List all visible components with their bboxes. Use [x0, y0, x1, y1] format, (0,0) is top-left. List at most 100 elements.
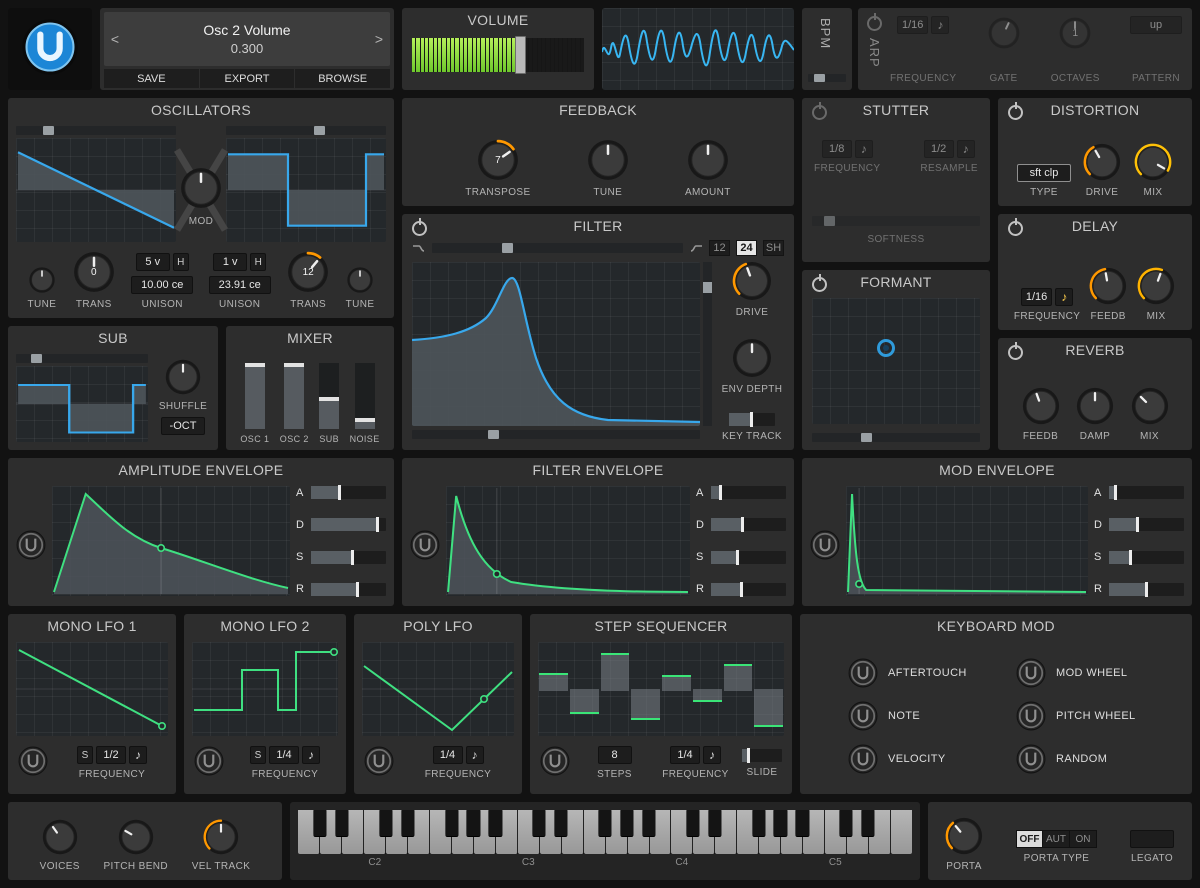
filter-blend-slider[interactable] [432, 243, 683, 253]
pitch-bend-knob[interactable] [117, 818, 155, 856]
piano-black-key[interactable] [773, 810, 787, 837]
arp-pattern-value[interactable]: up [1129, 16, 1182, 34]
step-bar[interactable] [600, 652, 630, 691]
filter-24db-button[interactable]: 24 [736, 240, 757, 256]
porta-knob[interactable] [944, 816, 984, 856]
piano-black-key[interactable] [598, 810, 612, 837]
filter-env-release-slider[interactable] [711, 581, 786, 597]
piano-black-key[interactable] [620, 810, 634, 837]
reverb-damp-knob[interactable] [1075, 386, 1115, 426]
step-sequencer-display[interactable] [538, 642, 784, 736]
amp-env-display[interactable] [52, 486, 290, 596]
mod-env-release-slider[interactable] [1109, 581, 1184, 597]
osc1-waveform-display[interactable] [16, 138, 176, 242]
mixer-osc2-slider[interactable] [284, 362, 305, 429]
amp-env-mod-source[interactable] [16, 530, 46, 560]
sub-shuffle-knob[interactable] [164, 358, 202, 396]
piano-black-key[interactable] [795, 810, 809, 837]
sub-waveform-display[interactable] [16, 366, 148, 442]
mixer-noise-slider[interactable] [354, 363, 375, 429]
volume-slider-handle[interactable] [514, 36, 526, 74]
stutter-power-button[interactable] [812, 105, 827, 120]
osc1-waveform-slider[interactable] [16, 126, 176, 135]
osc-mod-knob[interactable] [179, 166, 223, 210]
step-bar[interactable] [723, 664, 753, 691]
arp-power-button[interactable] [867, 16, 882, 31]
mod-env-mod-source[interactable] [810, 530, 840, 560]
mixer-osc1-slider[interactable] [244, 362, 265, 429]
poly-lfo-frequency-sync-button[interactable]: ♪ [465, 746, 484, 764]
formant-xy-marker[interactable] [876, 339, 895, 358]
piano-black-key[interactable] [554, 810, 568, 837]
filter-env-mod-source[interactable] [410, 530, 440, 560]
piano-black-key[interactable] [466, 810, 480, 837]
patch-next-button[interactable]: > [368, 31, 390, 47]
lfo2-frequency-value[interactable]: 1/4 [269, 746, 299, 764]
piano-black-key[interactable] [335, 810, 349, 837]
distortion-drive-knob[interactable] [1082, 142, 1122, 182]
legato-toggle[interactable] [1130, 830, 1174, 848]
step-bar[interactable] [662, 675, 691, 691]
amp-env-attack-slider[interactable] [311, 485, 386, 500]
mod-env-sustain-slider[interactable] [1109, 549, 1184, 565]
lfo2-waveform-display[interactable] [192, 642, 338, 736]
osc2-unison-detune[interactable]: 23.91 ce [208, 276, 271, 294]
piano-black-key[interactable] [861, 810, 875, 837]
filter-env-depth-knob[interactable] [731, 337, 773, 379]
feedback-tune-knob[interactable] [586, 138, 630, 182]
sub-waveform-slider[interactable] [16, 354, 148, 363]
step-sequencer-steps-value[interactable]: 8 [597, 746, 632, 764]
amp-env-decay-slider[interactable] [311, 517, 386, 533]
filter-env-attack-slider[interactable] [711, 485, 786, 500]
stutter-softness-slider[interactable] [812, 216, 980, 226]
piano-black-key[interactable] [313, 810, 327, 837]
browse-button[interactable]: BROWSE [295, 69, 391, 88]
lfo2-mod-source[interactable] [194, 746, 224, 776]
formant-power-button[interactable] [812, 277, 827, 292]
filter-key-track-slider[interactable] [728, 412, 775, 427]
filter-cutoff-slider[interactable] [412, 430, 700, 439]
reverb-power-button[interactable] [1008, 345, 1023, 360]
lfo2-seconds-button[interactable]: S [250, 746, 266, 764]
vel-track-knob[interactable] [202, 818, 240, 856]
distortion-type-selector[interactable]: sft clp [1017, 164, 1071, 182]
lfo1-frequency-value[interactable]: 1/2 [96, 746, 126, 764]
step-bar[interactable] [539, 673, 568, 691]
porta-type-auto-button[interactable]: AUT [1043, 830, 1070, 848]
note-mod-source[interactable] [848, 701, 878, 731]
step-bar[interactable] [692, 689, 722, 703]
osc1-unison-voices[interactable]: 5 v [135, 253, 170, 271]
step-sequencer-frequency-sync-button[interactable]: ♪ [703, 746, 721, 764]
porta-type-off-button[interactable]: OFF [1016, 830, 1043, 848]
delay-mix-knob[interactable] [1136, 266, 1176, 306]
amp-env-sustain-slider[interactable] [311, 549, 386, 565]
filter-power-button[interactable] [412, 221, 427, 236]
osc2-waveform-slider[interactable] [226, 126, 386, 135]
piano-black-key[interactable] [379, 810, 393, 837]
filter-12db-button[interactable]: 12 [709, 240, 730, 256]
mod-env-attack-slider[interactable] [1109, 485, 1184, 500]
delay-frequency-value[interactable]: 1/16 [1020, 288, 1053, 306]
app-logo-icon[interactable] [21, 18, 79, 81]
osc1-unison-harmonize-button[interactable]: H [172, 253, 189, 271]
poly-lfo-mod-source[interactable] [364, 746, 394, 776]
osc1-unison-detune[interactable]: 10.00 ce [131, 276, 194, 294]
filter-response-display[interactable] [412, 262, 700, 426]
piano-black-key[interactable] [839, 810, 853, 837]
sub-octave-button[interactable]: -OCT [161, 417, 205, 435]
step-sequencer-mod-source[interactable] [540, 746, 570, 776]
stutter-resample-sync-button[interactable]: ♪ [956, 140, 975, 158]
reverb-feedback-knob[interactable] [1021, 386, 1061, 426]
lfo1-waveform-display[interactable] [16, 642, 168, 736]
arp-frequency-sync-button[interactable]: ♪ [931, 16, 950, 34]
reverb-mix-knob[interactable] [1130, 386, 1170, 426]
distortion-power-button[interactable] [1008, 105, 1023, 120]
arp-gate-knob[interactable] [987, 16, 1021, 50]
formant-xy-pad[interactable] [812, 298, 980, 424]
osc2-transpose-knob[interactable]: 12 [286, 250, 330, 294]
feedback-amount-knob[interactable] [686, 138, 730, 182]
amp-env-release-slider[interactable] [311, 581, 386, 597]
mod-env-decay-slider[interactable] [1109, 517, 1184, 533]
filter-env-display[interactable] [446, 486, 690, 596]
step-sequencer-frequency-value[interactable]: 1/4 [670, 746, 700, 764]
